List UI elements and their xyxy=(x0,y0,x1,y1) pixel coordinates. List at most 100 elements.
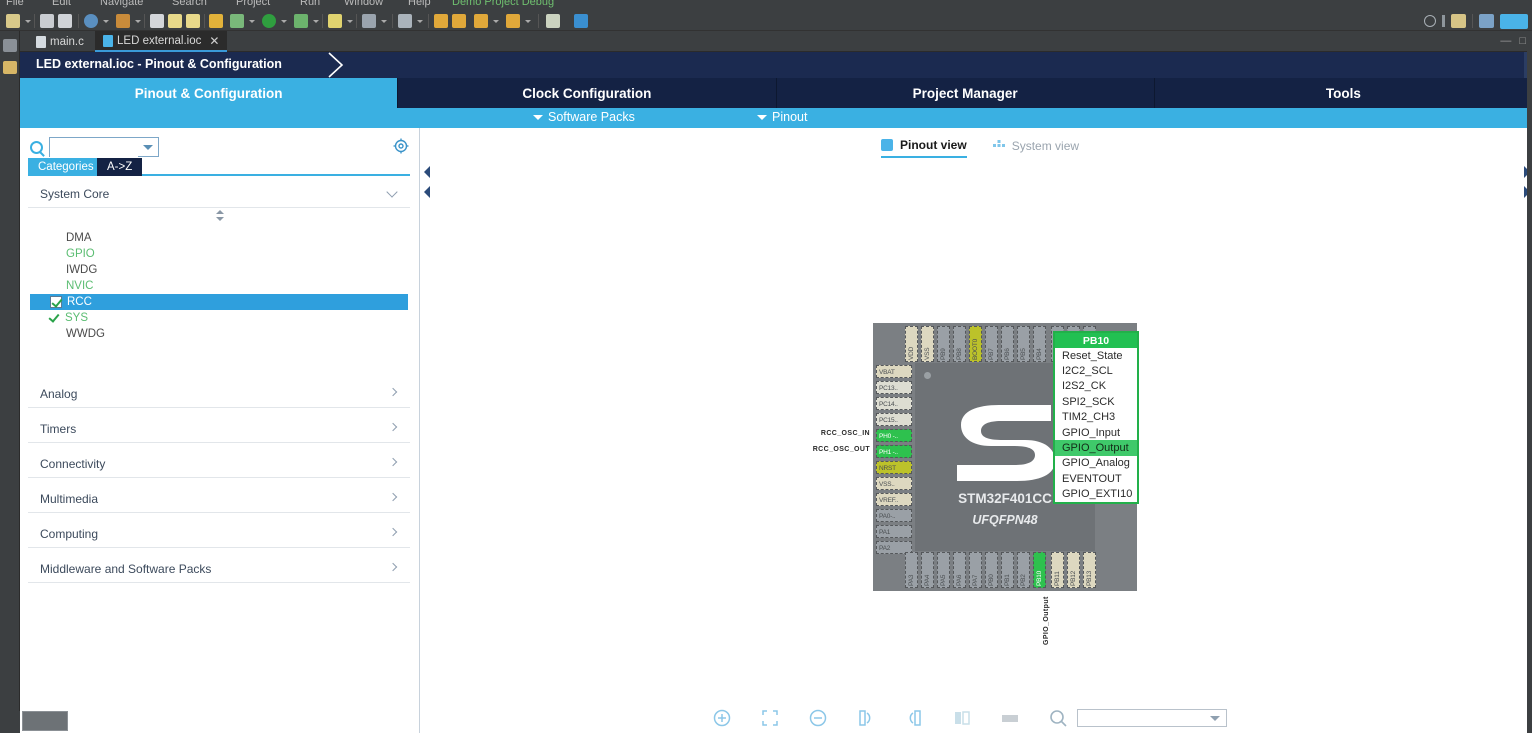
subtab-software-packs[interactable]: Software Packs xyxy=(533,110,635,124)
pin-left-pc15[interactable]: PC15.. xyxy=(876,413,912,426)
tab-categories[interactable]: Categories xyxy=(28,158,104,176)
pin-bottom-pb13[interactable]: PB13 xyxy=(1083,552,1096,588)
subtab-pinout[interactable]: Pinout xyxy=(757,110,807,124)
back-icon[interactable] xyxy=(434,14,448,28)
pin-top-pb6[interactable]: PB6 xyxy=(1001,326,1014,362)
launch-icon[interactable] xyxy=(262,14,276,28)
pin-bottom-pb10[interactable]: PB10 xyxy=(1033,552,1046,588)
run-dropdown-caret[interactable] xyxy=(249,20,255,23)
category-timers[interactable]: Timers xyxy=(28,415,410,443)
menu-item-navigate[interactable]: Navigate xyxy=(100,0,143,8)
peripheral-item-gpio[interactable]: GPIO xyxy=(28,246,410,262)
perspective-dropdown-caret[interactable] xyxy=(417,20,423,23)
menu-item-search[interactable]: Search xyxy=(172,0,207,8)
category-analog[interactable]: Analog xyxy=(28,380,410,408)
refresh-dropdown-caret[interactable] xyxy=(103,20,109,23)
pin-bottom-pa6[interactable]: PA6 xyxy=(953,552,966,588)
pin-top-pb9[interactable]: PB9 xyxy=(937,326,950,362)
gear-icon[interactable] xyxy=(393,138,409,154)
pin-bottom-pa7[interactable]: PA7 xyxy=(969,552,982,588)
search-icon[interactable] xyxy=(1424,15,1436,27)
chevron-down-icon[interactable] xyxy=(1210,716,1220,721)
rotate-right-icon[interactable] xyxy=(855,707,877,729)
refresh-icon[interactable] xyxy=(84,14,98,28)
pin-bottom-pb1[interactable]: PB1 xyxy=(1001,552,1014,588)
maximize-icon[interactable]: □ xyxy=(1519,35,1526,47)
peripheral-item-rcc[interactable]: RCC xyxy=(30,294,408,310)
perspective-c-icon[interactable] xyxy=(1451,14,1466,28)
chevron-down-icon[interactable] xyxy=(143,145,153,150)
nav-forward-icon[interactable] xyxy=(506,14,520,28)
pin-option-i2c2-scl[interactable]: I2C2_SCL xyxy=(1055,363,1137,378)
tab-pinout-configuration[interactable]: Pinout & Configuration xyxy=(20,78,398,108)
profile-dropdown-caret[interactable] xyxy=(313,20,319,23)
scroll-down-icon[interactable] xyxy=(216,217,224,221)
save-icon[interactable] xyxy=(40,14,54,28)
menu-item-window[interactable]: Window xyxy=(344,0,383,8)
pin-bottom-pb11[interactable]: PB11 xyxy=(1051,552,1064,588)
search-pin-icon[interactable] xyxy=(1047,707,1069,729)
pin-left-nrst[interactable]: NRST xyxy=(876,461,912,474)
nav-forward-dropdown-caret[interactable] xyxy=(525,20,531,23)
run-green-icon[interactable] xyxy=(230,14,244,28)
editor-tab-led-external-ioc[interactable]: LED external.ioc ✕ xyxy=(95,31,227,52)
flip-horizontal-icon[interactable] xyxy=(951,707,973,729)
pin-left-vbat[interactable]: VBAT xyxy=(876,365,912,378)
editor-tab-main-c[interactable]: main.c xyxy=(28,31,92,52)
pin-left-pa1[interactable]: PA1 xyxy=(876,525,912,538)
perspective-mx-icon[interactable] xyxy=(1500,14,1528,29)
tab-project-manager[interactable]: Project Manager xyxy=(777,78,1155,108)
peripheral-item-sys[interactable]: SYS xyxy=(28,310,410,326)
peripheral-item-iwdg[interactable]: IWDG xyxy=(28,262,410,278)
pin-left-vref[interactable]: VREF.. xyxy=(876,493,912,506)
external-tools-icon[interactable] xyxy=(362,14,376,28)
pin-left-ph1[interactable]: PH1 -.. xyxy=(876,445,912,458)
rotate-left-icon[interactable] xyxy=(903,707,925,729)
project-explorer-icon[interactable] xyxy=(3,39,17,52)
pin-bottom-pa5[interactable]: PA5 xyxy=(937,552,950,588)
menu-item-project-config[interactable]: Demo Project Debug xyxy=(452,0,554,8)
keyboard-icon[interactable] xyxy=(999,707,1021,729)
more-icon[interactable] xyxy=(1442,15,1445,27)
fit-to-screen-icon[interactable] xyxy=(759,707,781,729)
forward-icon[interactable] xyxy=(452,14,466,28)
edit-dropdown-caret[interactable] xyxy=(347,20,353,23)
pin-top-vss[interactable]: VSS xyxy=(921,326,934,362)
pin-left-ph0[interactable]: PH0 -.. xyxy=(876,429,912,442)
expand-left-panel-icon[interactable] xyxy=(424,166,430,178)
save-all-icon[interactable] xyxy=(58,14,72,28)
pin-option-gpio-analog[interactable]: GPIO_Analog xyxy=(1055,456,1137,471)
build-dropdown-caret[interactable] xyxy=(135,20,141,23)
category-middleware-and-software-packs[interactable]: Middleware and Software Packs xyxy=(28,555,410,583)
tab-a-to-z[interactable]: A->Z xyxy=(97,158,142,176)
status-widget[interactable] xyxy=(22,711,68,731)
pin-bottom-pb2[interactable]: PB2 xyxy=(1017,552,1030,588)
pin-bottom-pb12[interactable]: PB12 xyxy=(1067,552,1080,588)
right-scrollbar-track[interactable] xyxy=(1527,31,1532,733)
edit-pencil-icon[interactable] xyxy=(328,14,342,28)
profile-icon[interactable] xyxy=(294,14,308,28)
scroll-spinner[interactable] xyxy=(28,208,410,224)
pin-top-pb7[interactable]: PB7 xyxy=(985,326,998,362)
menu-item-project[interactable]: Project xyxy=(236,0,270,8)
pin-option-i2s2-ck[interactable]: I2S2_CK xyxy=(1055,379,1137,394)
open-perspective-icon[interactable] xyxy=(546,14,560,28)
category-connectivity[interactable]: Connectivity xyxy=(28,450,410,478)
breadcrumb-label[interactable]: LED external.ioc - Pinout & Configuratio… xyxy=(36,57,282,71)
new-file-dropdown-caret[interactable] xyxy=(25,20,31,23)
nav-back-dropdown-caret[interactable] xyxy=(493,20,499,23)
external-tools-dropdown-caret[interactable] xyxy=(381,20,387,23)
outline-view-icon[interactable] xyxy=(3,61,17,74)
peripheral-item-wwdg[interactable]: WWDG xyxy=(28,326,410,342)
pin-option-tim2-ch3[interactable]: TIM2_CH3 xyxy=(1055,410,1137,425)
pin-left-vss[interactable]: VSS.. xyxy=(876,477,912,490)
menu-item-file[interactable]: File xyxy=(6,0,24,8)
minimize-icon[interactable]: — xyxy=(1500,35,1511,47)
pin-left-pc14[interactable]: PC14.. xyxy=(876,397,912,410)
pin-option-reset-state[interactable]: Reset_State xyxy=(1055,348,1137,363)
zoom-out-icon[interactable] xyxy=(807,707,829,729)
toggle-pinout-view[interactable]: Pinout view xyxy=(881,138,967,158)
pin-option-eventout[interactable]: EVENTOUT xyxy=(1055,471,1137,486)
peripheral-item-dma[interactable]: DMA xyxy=(28,230,410,246)
menu-item-edit[interactable]: Edit xyxy=(52,0,71,8)
